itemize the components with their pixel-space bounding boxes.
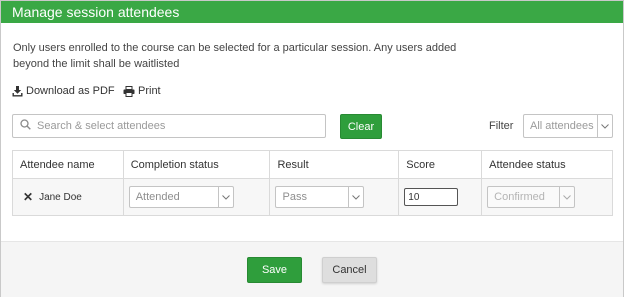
header-result: Result <box>269 150 400 179</box>
header-attendee-status: Attendee status <box>481 150 613 179</box>
result-select[interactable]: Pass <box>275 186 365 208</box>
attendee-name: Jane Doe <box>39 191 82 203</box>
chevron-down-icon <box>217 187 233 207</box>
manage-attendees-dialog: Manage session attendees Only users enro… <box>0 0 624 297</box>
dialog-title: Manage session attendees <box>12 4 180 20</box>
attendee-status-select[interactable]: Confirmed <box>487 186 576 208</box>
download-pdf-label: Download as PDF <box>26 85 115 97</box>
header-attendee-name: Attendee name <box>12 150 124 179</box>
chevron-down-icon <box>559 187 574 207</box>
table-header-row: Attendee name Completion status Result S… <box>12 150 613 179</box>
dialog-header: Manage session attendees <box>1 1 623 23</box>
result-cell: Pass <box>269 178 400 216</box>
score-input[interactable] <box>404 188 459 206</box>
close-icon[interactable]: ✕ <box>23 191 33 203</box>
print-icon <box>123 85 135 97</box>
dialog-footer: Save Cancel <box>1 241 623 297</box>
attendee-search-input[interactable] <box>37 120 317 132</box>
cancel-button[interactable]: Cancel <box>322 257 377 283</box>
attendee-status-value: Confirmed <box>494 191 545 203</box>
attendee-status-cell: Confirmed <box>481 178 613 216</box>
print-link[interactable]: Print <box>123 85 161 97</box>
result-value: Pass <box>282 191 307 203</box>
table-row: ✕ Jane Doe Attended Pass 10 Confirmed <box>12 178 613 216</box>
download-pdf-link[interactable]: Download as PDF <box>12 85 115 97</box>
print-label: Print <box>138 85 161 97</box>
attendee-filter-value: All attendees <box>530 120 594 132</box>
attendee-search-box[interactable] <box>12 114 326 138</box>
score-cell <box>398 178 483 216</box>
filter-label: Filter <box>489 120 514 132</box>
attendees-table: Attendee name Completion status Result S… <box>12 150 613 216</box>
completion-status-cell: Attended <box>122 178 271 216</box>
completion-status-select[interactable]: Attended <box>128 186 234 208</box>
chevron-down-icon <box>348 187 363 207</box>
header-completion-status: Completion status <box>122 150 271 179</box>
intro-text: Only users enrolled to the course can be… <box>13 42 457 70</box>
attendee-filter-select[interactable]: All attendees <box>523 114 613 138</box>
save-button[interactable]: Save <box>247 257 302 283</box>
attendee-name-cell: ✕ Jane Doe <box>12 178 124 216</box>
chevron-down-icon <box>597 115 612 137</box>
download-icon <box>12 85 23 97</box>
clear-button[interactable]: Clear <box>340 114 382 139</box>
completion-status-value: Attended <box>135 191 180 203</box>
search-icon <box>20 117 31 135</box>
header-score: Score <box>398 150 483 179</box>
